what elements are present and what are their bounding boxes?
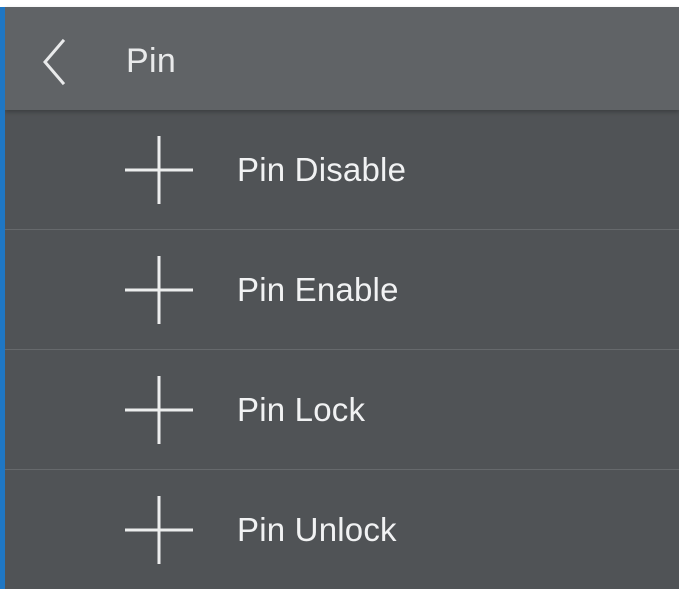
list-item-pin-disable[interactable]: Pin Disable xyxy=(5,110,679,230)
list-item-label: Pin Disable xyxy=(237,151,407,188)
pin-options-list: Pin Disable Pin Enable Pin Lock Pin Unlo… xyxy=(5,110,679,589)
list-item-label: Pin Enable xyxy=(237,271,399,308)
plus-icon xyxy=(123,494,195,566)
header-bar: Pin xyxy=(5,7,679,110)
list-item-pin-unlock[interactable]: Pin Unlock xyxy=(5,470,679,589)
plus-icon xyxy=(123,254,195,326)
page-title: Pin xyxy=(126,42,177,80)
list-item-label: Pin Lock xyxy=(237,391,366,428)
list-item-pin-enable[interactable]: Pin Enable xyxy=(5,230,679,350)
pin-menu-screen: Pin Pin Disable Pin Enable Pin Lock Pin … xyxy=(0,0,679,589)
list-item-label: Pin Unlock xyxy=(237,511,397,548)
left-accent-bar xyxy=(0,7,5,589)
plus-icon xyxy=(123,134,195,206)
list-item-pin-lock[interactable]: Pin Lock xyxy=(5,350,679,470)
top-margin xyxy=(0,0,679,7)
back-button[interactable] xyxy=(35,37,75,87)
chevron-left-icon xyxy=(43,38,66,86)
plus-icon xyxy=(123,374,195,446)
